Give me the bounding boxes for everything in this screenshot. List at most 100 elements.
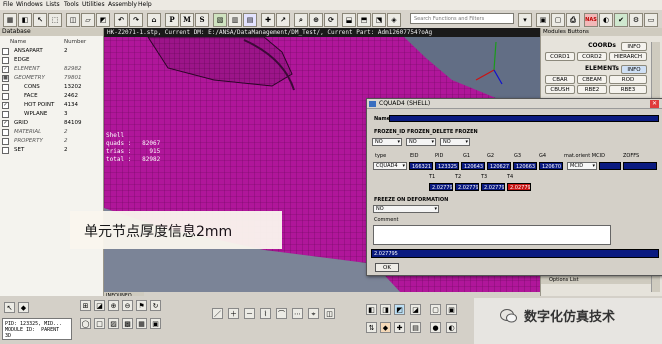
row-checkbox[interactable]: [2, 84, 9, 91]
elements-info-button[interactable]: INFO: [621, 65, 647, 74]
tree-row[interactable]: FACE 2462: [0, 92, 103, 100]
axes-icon[interactable]: ✚: [394, 322, 405, 333]
row-checkbox[interactable]: [2, 129, 9, 136]
type-combo[interactable]: CQUAD4 ▾: [373, 162, 407, 170]
tree-row[interactable]: ✓ GRID 84109: [0, 119, 103, 127]
row-checkbox[interactable]: [2, 48, 9, 55]
ok-button[interactable]: OK: [375, 263, 399, 272]
zoom-in-icon[interactable]: ⊕: [108, 300, 119, 311]
comment-textarea[interactable]: [373, 225, 611, 245]
add-icon[interactable]: ＋: [228, 308, 239, 319]
mesh-icon[interactable]: ▥: [228, 13, 242, 27]
row-checkbox[interactable]: ■: [2, 75, 9, 82]
g3-field[interactable]: 120663: [513, 162, 537, 170]
layers-icon[interactable]: ◧: [18, 13, 32, 27]
rbe3-button[interactable]: RBE3: [609, 85, 647, 94]
pid-field[interactable]: 123325: [435, 162, 459, 170]
menu-tools[interactable]: Tools: [64, 1, 79, 8]
mcid-combo[interactable]: MCID ▾: [567, 162, 597, 170]
freeze-deformation-combo[interactable]: NO ▾: [373, 205, 439, 213]
cbar-button[interactable]: CBAR: [545, 75, 575, 84]
tree-row[interactable]: ✓ HOT POINT 4134: [0, 101, 103, 109]
grid-view-icon[interactable]: ▤: [243, 13, 257, 27]
sphere-icon[interactable]: ●: [430, 322, 441, 333]
edges-icon[interactable]: ◪: [410, 304, 421, 315]
row-checkbox[interactable]: [2, 147, 9, 154]
tree-row[interactable]: CONS 13202: [0, 83, 103, 91]
tree-row[interactable]: WPLANE 3: [0, 110, 103, 118]
coords-info-button[interactable]: INFO: [621, 42, 647, 51]
tree-row[interactable]: ■ GEOMETRY 79801: [0, 74, 103, 82]
g4-field[interactable]: 120670: [539, 162, 563, 170]
wire-cube-icon[interactable]: ◨: [380, 304, 391, 315]
menu-file[interactable]: File: [3, 1, 13, 8]
search-input[interactable]: Search Functions and Filters: [410, 13, 514, 24]
square-icon[interactable]: □: [94, 318, 105, 329]
tree-row[interactable]: ANSAPART 2: [0, 47, 103, 55]
hierarch-button[interactable]: HIERARCH: [609, 52, 647, 61]
t1-field[interactable]: 2.027795: [429, 183, 453, 191]
filter-icon[interactable]: ▾: [518, 13, 532, 27]
g2-field[interactable]: 120627: [487, 162, 511, 170]
menu-lists[interactable]: Lists: [46, 1, 60, 8]
pid-m-button[interactable]: M: [180, 13, 194, 27]
rotate-icon[interactable]: ↻: [150, 300, 161, 311]
options-list-label[interactable]: Options List: [541, 276, 651, 284]
orient-icon[interactable]: ✚: [261, 13, 275, 27]
zoffs-field[interactable]: [623, 162, 657, 170]
menu-utilities[interactable]: Utilities: [82, 1, 105, 8]
row-checkbox[interactable]: [2, 57, 9, 64]
t3-field[interactable]: 2.027795: [481, 183, 505, 191]
undo-icon[interactable]: ↶: [114, 13, 128, 27]
face-icon[interactable]: ▨: [108, 318, 119, 329]
t4-field[interactable]: 2.027795: [507, 183, 531, 191]
transparent-icon[interactable]: ▢: [430, 304, 441, 315]
arc-icon[interactable]: ⌒: [276, 308, 287, 319]
pid-s-button[interactable]: S: [195, 13, 209, 27]
arrow-icon[interactable]: ↗: [276, 13, 290, 27]
print-icon[interactable]: ⎙: [566, 13, 580, 27]
menu-assembly[interactable]: Assembly: [108, 1, 137, 8]
pid-icon[interactable]: ◪: [94, 300, 105, 311]
cord1-button[interactable]: CORD1: [545, 52, 575, 61]
nas-icon[interactable]: NAS: [584, 13, 598, 27]
minus-icon[interactable]: －: [244, 308, 255, 319]
redo-icon[interactable]: ↷: [129, 13, 143, 27]
cbeam-button[interactable]: CBEAM: [577, 75, 607, 84]
mcid-field[interactable]: [599, 162, 621, 170]
plane-icon[interactable]: ▱: [81, 13, 95, 27]
frozen-combo[interactable]: NO ▾: [440, 138, 470, 146]
top-view-icon[interactable]: ⬓: [342, 13, 356, 27]
frozen-delete-combo[interactable]: NO ▾: [406, 138, 436, 146]
entity-icon[interactable]: ⊞: [80, 300, 91, 311]
grid-icon[interactable]: ▦: [3, 13, 17, 27]
rod-button[interactable]: ROD: [609, 75, 647, 84]
zoom-icon[interactable]: ⌕: [294, 13, 308, 27]
row-checkbox[interactable]: ✓: [2, 102, 9, 109]
rotate-icon[interactable]: ⟳: [324, 13, 338, 27]
frozen-id-combo[interactable]: NO ▾: [372, 138, 402, 146]
tree-row[interactable]: EDGE: [0, 56, 103, 64]
points-icon[interactable]: ⋯: [292, 308, 303, 319]
open-icon[interactable]: ▢: [551, 13, 565, 27]
cube-icon[interactable]: ◫: [324, 308, 335, 319]
rbe2-button[interactable]: RBE2: [577, 85, 607, 94]
cube-icon[interactable]: ◫: [66, 13, 80, 27]
row-checkbox[interactable]: [2, 111, 9, 118]
cord2-button[interactable]: CORD2: [577, 52, 607, 61]
shaded-cube-icon[interactable]: ◧: [366, 304, 377, 315]
flag-icon[interactable]: ⚑: [136, 300, 147, 311]
close-icon[interactable]: ✕: [650, 100, 659, 108]
green-check-icon[interactable]: ✔: [614, 13, 628, 27]
tree-row[interactable]: PROPERTY 2: [0, 137, 103, 145]
tree-row[interactable]: MATERIAL 2: [0, 128, 103, 136]
color-icon[interactable]: ◐: [599, 13, 613, 27]
side-view-icon[interactable]: ⬔: [372, 13, 386, 27]
g1-field[interactable]: 120643: [461, 162, 485, 170]
blue-cube-icon[interactable]: ◩: [394, 304, 405, 315]
shade-icon[interactable]: ▧: [213, 13, 227, 27]
volume-icon[interactable]: ▩: [122, 318, 133, 329]
column-name[interactable]: Name: [10, 39, 26, 45]
property-icon[interactable]: ▦: [136, 318, 147, 329]
line-icon[interactable]: ／: [212, 308, 223, 319]
